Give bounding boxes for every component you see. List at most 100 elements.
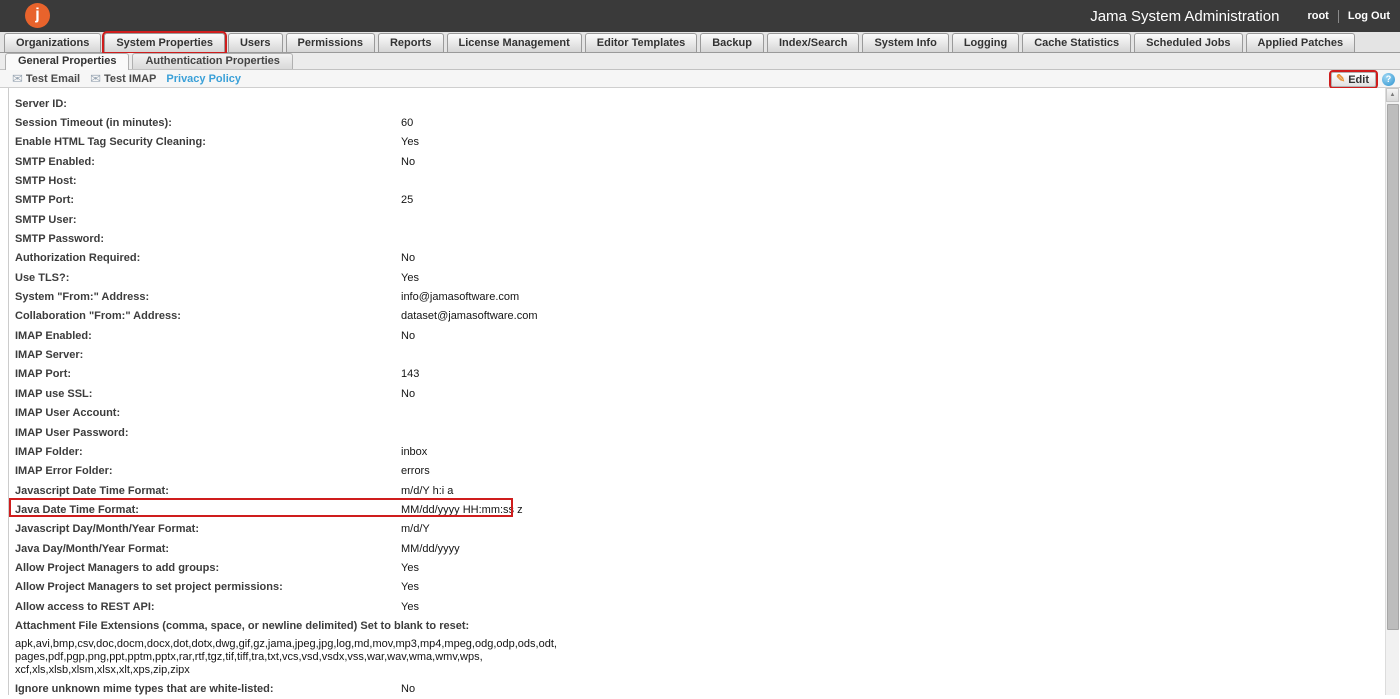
property-row-javascript-date-time-format: Javascript Date Time Format:m/d/Y h:i a	[15, 481, 1400, 500]
property-row-authorization-required: Authorization Required:No	[15, 249, 1400, 268]
tab-system-info[interactable]: System Info	[862, 33, 948, 52]
property-value: No	[401, 156, 415, 168]
property-value: No	[401, 683, 415, 695]
property-label: IMAP Enabled:	[15, 330, 401, 342]
property-row-imap-use-ssl: IMAP use SSL:No	[15, 384, 1400, 403]
property-value: Yes	[401, 272, 419, 284]
current-user: root	[1307, 10, 1328, 22]
scroll-up-arrow-icon[interactable]: ▲	[1386, 88, 1399, 102]
tab-organizations[interactable]: Organizations	[4, 33, 101, 52]
property-label: Allow access to REST API:	[15, 601, 401, 613]
tab-index-search[interactable]: Index/Search	[767, 33, 859, 52]
property-row-enable-html-tag-security-cleaning: Enable HTML Tag Security Cleaning:Yes	[15, 133, 1400, 152]
property-row-imap-user-password: IMAP User Password:	[15, 423, 1400, 442]
property-row-smtp-user: SMTP User:	[15, 210, 1400, 229]
tab-system-properties[interactable]: System Properties	[104, 33, 225, 52]
property-row-session-timeout-in-minutes: Session Timeout (in minutes):60	[15, 113, 1400, 132]
edit-button[interactable]: ✎ Edit	[1331, 72, 1376, 87]
property-row-imap-server: IMAP Server:	[15, 345, 1400, 364]
privacy-policy-link[interactable]: Privacy Policy	[166, 73, 241, 85]
property-label: Authorization Required:	[15, 252, 401, 264]
property-label: SMTP Port:	[15, 194, 401, 206]
tab-editor-templates[interactable]: Editor Templates	[585, 33, 697, 52]
property-label: Javascript Day/Month/Year Format:	[15, 523, 401, 535]
test-email-button[interactable]: ✉ Test Email	[12, 73, 80, 85]
page-title: Jama System Administration	[1090, 8, 1279, 25]
property-value: Yes	[401, 562, 419, 574]
property-value: MM/dd/yyyy HH:mm:ss z	[401, 504, 523, 516]
subtab-authentication-properties[interactable]: Authentication Properties	[132, 53, 292, 69]
property-label: SMTP Enabled:	[15, 156, 401, 168]
property-label: SMTP User:	[15, 214, 401, 226]
attachment-extensions-text: apk,avi,bmp,csv,doc,docm,docx,dot,dotx,d…	[15, 638, 1400, 677]
pencil-icon: ✎	[1336, 74, 1345, 85]
property-row-server-id: Server ID:	[15, 94, 1400, 113]
test-email-label: Test Email	[26, 73, 80, 85]
header-bar: j Jama System Administration root Log Ou…	[0, 0, 1400, 32]
property-label: Session Timeout (in minutes):	[15, 117, 401, 129]
tab-scheduled-jobs[interactable]: Scheduled Jobs	[1134, 33, 1242, 52]
property-row-smtp-password: SMTP Password:	[15, 229, 1400, 248]
property-row-imap-enabled: IMAP Enabled:No	[15, 326, 1400, 345]
header-separator	[1338, 10, 1339, 23]
property-value: Yes	[401, 601, 419, 613]
property-row-use-tls: Use TLS?:Yes	[15, 268, 1400, 287]
properties-panel: Server ID:Session Timeout (in minutes):6…	[8, 88, 1400, 695]
property-row-imap-port: IMAP Port:143	[15, 365, 1400, 384]
toolbar: ✉ Test Email ✉ Test IMAP Privacy Policy …	[0, 70, 1400, 88]
property-value: 60	[401, 117, 413, 129]
property-label: Allow Project Managers to set project pe…	[15, 581, 401, 593]
property-value: MM/dd/yyyy	[401, 543, 460, 555]
property-value: dataset@jamasoftware.com	[401, 310, 538, 322]
property-label: System "From:" Address:	[15, 291, 401, 303]
property-label: SMTP Password:	[15, 233, 401, 245]
property-value: info@jamasoftware.com	[401, 291, 519, 303]
property-row-allow-project-managers-to-set-project-permissions: Allow Project Managers to set project pe…	[15, 578, 1400, 597]
logout-link[interactable]: Log Out	[1348, 10, 1390, 22]
tab-reports[interactable]: Reports	[378, 33, 444, 52]
property-value: m/d/Y h:i a	[401, 485, 453, 497]
scrollbar-thumb[interactable]	[1387, 104, 1399, 630]
property-label: IMAP Port:	[15, 368, 401, 380]
jama-logo[interactable]: j	[25, 3, 50, 28]
property-row-java-day-month-year-format: Java Day/Month/Year Format:MM/dd/yyyy	[15, 539, 1400, 558]
edit-button-label: Edit	[1348, 74, 1369, 86]
property-value: No	[401, 330, 415, 342]
property-value: Yes	[401, 136, 419, 148]
property-label: Allow Project Managers to add groups:	[15, 562, 401, 574]
tab-backup[interactable]: Backup	[700, 33, 764, 52]
subtab-general-properties[interactable]: General Properties	[5, 53, 129, 70]
test-imap-label: Test IMAP	[104, 73, 156, 85]
property-row-javascript-day-month-year-format: Javascript Day/Month/Year Format:m/d/Y	[15, 520, 1400, 539]
main-tab-bar: OrganizationsSystem PropertiesUsersPermi…	[0, 32, 1400, 53]
property-label: SMTP Host:	[15, 175, 401, 187]
property-label: Javascript Date Time Format:	[15, 485, 401, 497]
property-row-collaboration-from-address: Collaboration "From:" Address:dataset@ja…	[15, 307, 1400, 326]
property-label: Attachment File Extensions (comma, space…	[15, 620, 1400, 632]
test-imap-button[interactable]: ✉ Test IMAP	[90, 73, 156, 85]
property-label: IMAP User Password:	[15, 427, 401, 439]
help-icon[interactable]: ?	[1382, 73, 1395, 86]
tab-license-management[interactable]: License Management	[447, 33, 582, 52]
property-label: Java Day/Month/Year Format:	[15, 543, 401, 555]
property-row-imap-user-account: IMAP User Account:	[15, 404, 1400, 423]
property-row-allow-access-to-rest-api: Allow access to REST API:Yes	[15, 597, 1400, 616]
property-label: Enable HTML Tag Security Cleaning:	[15, 136, 401, 148]
vertical-scrollbar[interactable]: ▲	[1385, 88, 1399, 695]
property-label: IMAP Server:	[15, 349, 401, 361]
envelope-icon: ✉	[12, 73, 23, 85]
property-row-system-from-address: System "From:" Address:info@jamasoftware…	[15, 287, 1400, 306]
tab-cache-statistics[interactable]: Cache Statistics	[1022, 33, 1131, 52]
property-value: 25	[401, 194, 413, 206]
tab-users[interactable]: Users	[228, 33, 283, 52]
property-row-smtp-enabled: SMTP Enabled:No	[15, 152, 1400, 171]
properties-list: Server ID:Session Timeout (in minutes):6…	[15, 94, 1400, 699]
tab-logging[interactable]: Logging	[952, 33, 1019, 52]
property-row-attachment-file-extensions-comma-space-or-newline-delimited-set-to-blank-to-reset: Attachment File Extensions (comma, space…	[15, 616, 1400, 635]
tab-applied-patches[interactable]: Applied Patches	[1246, 33, 1356, 52]
envelope-icon: ✉	[90, 73, 101, 85]
sub-tab-bar: General PropertiesAuthentication Propert…	[0, 53, 1400, 70]
property-label: Collaboration "From:" Address:	[15, 310, 401, 322]
tab-permissions[interactable]: Permissions	[286, 33, 375, 52]
property-row-allow-project-managers-to-add-groups: Allow Project Managers to add groups:Yes	[15, 558, 1400, 577]
